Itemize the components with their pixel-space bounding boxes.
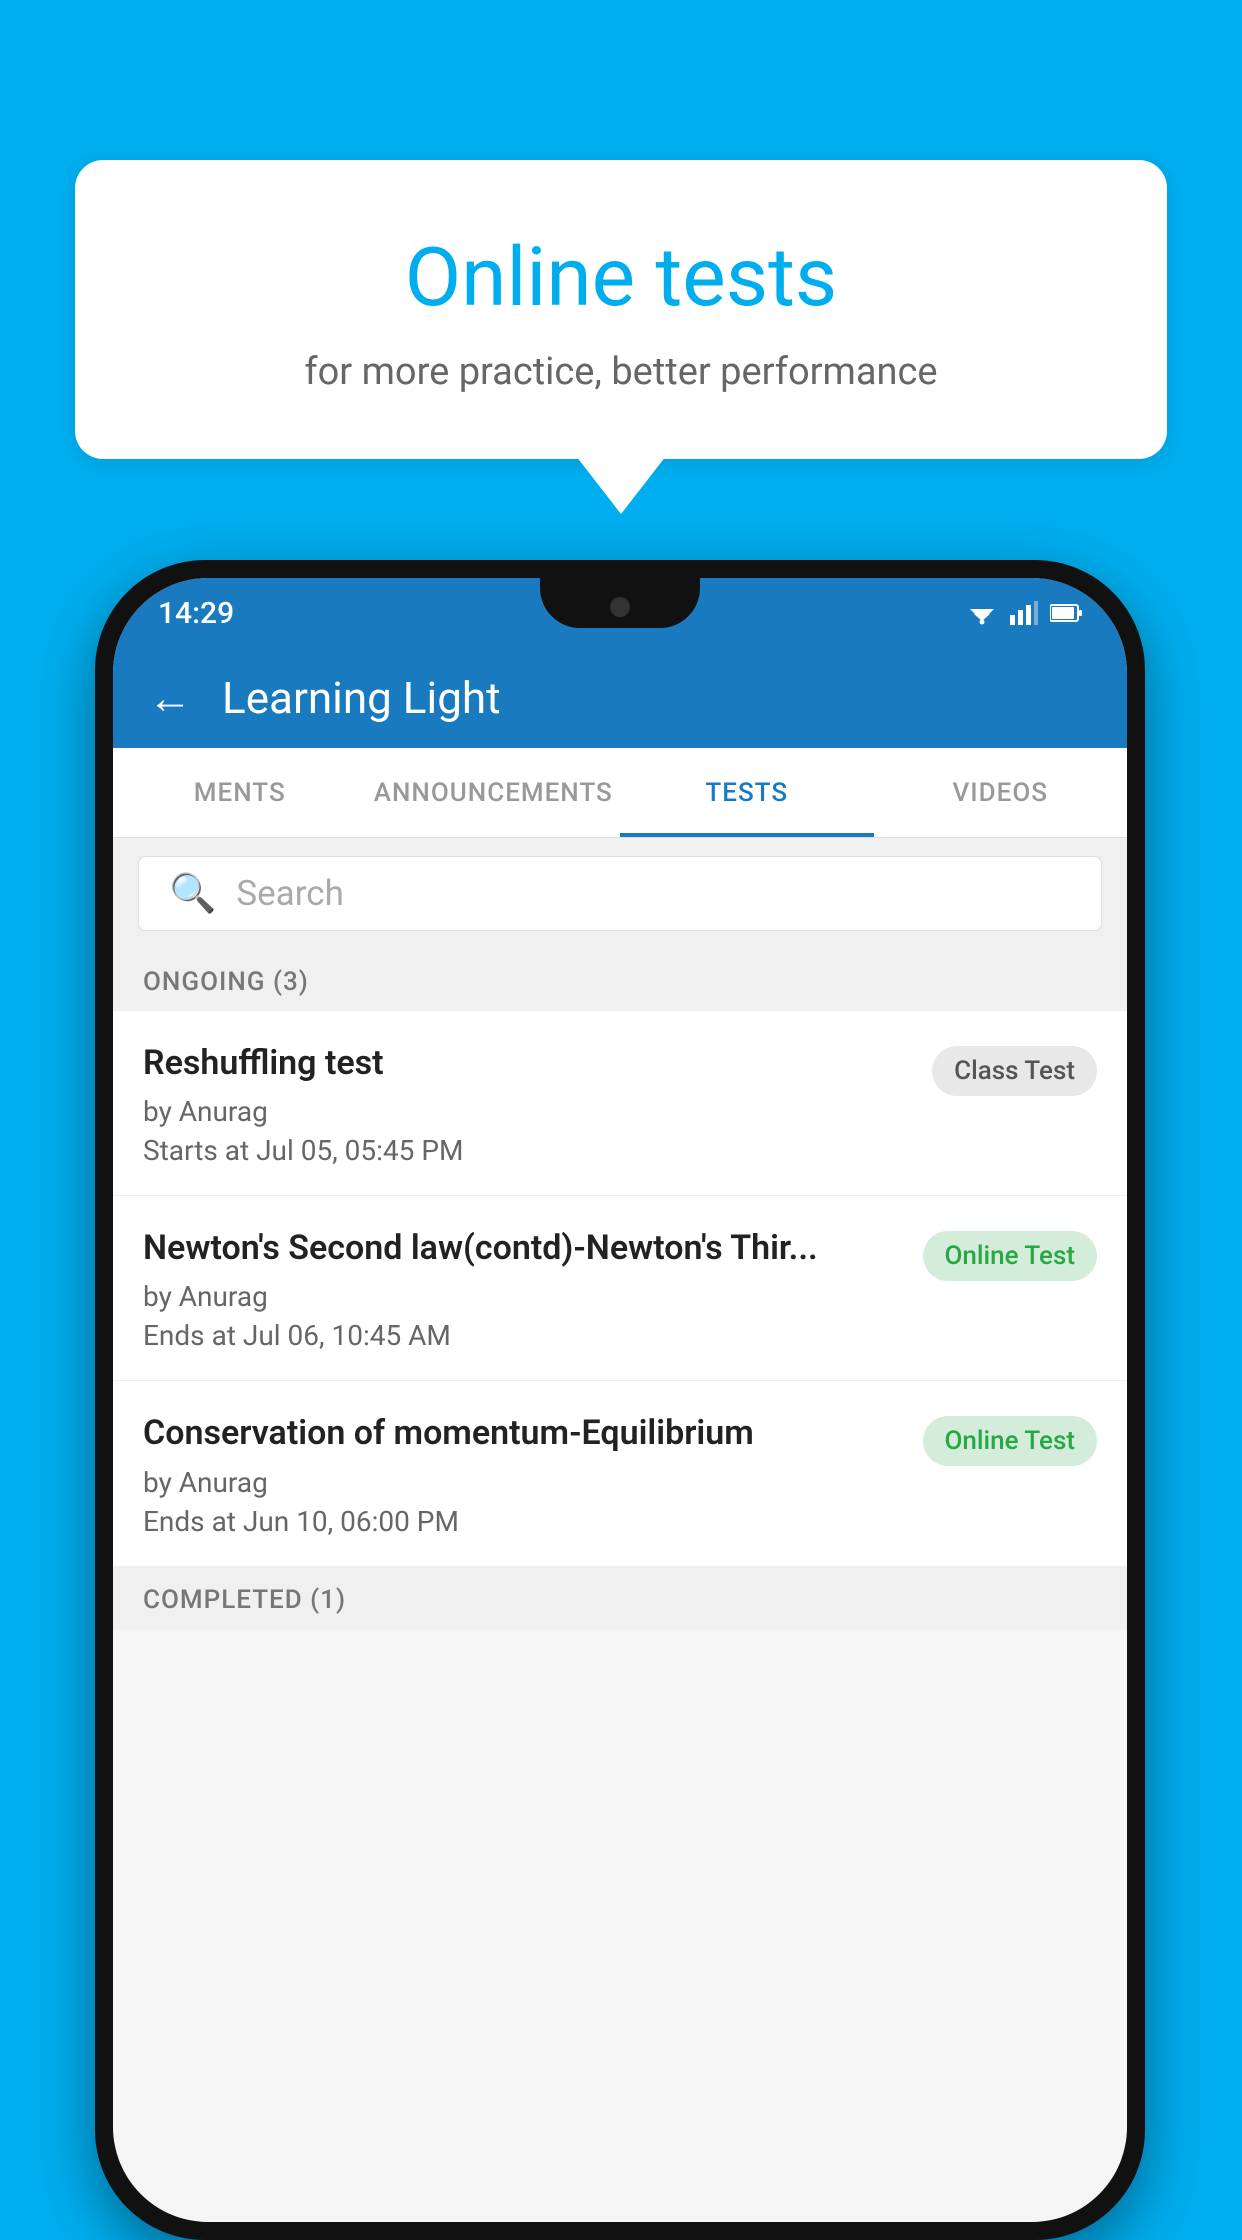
- wifi-icon: [966, 601, 998, 625]
- test-list: Reshuffling test by Anurag Starts at Jul…: [113, 1011, 1127, 1567]
- test-date: Starts at Jul 05, 05:45 PM: [143, 1134, 912, 1167]
- test-date: Ends at Jun 10, 06:00 PM: [143, 1505, 903, 1538]
- test-date: Ends at Jul 06, 10:45 AM: [143, 1319, 903, 1352]
- ongoing-section-label: ONGOING (3): [113, 949, 1127, 1011]
- test-name: Newton's Second law(contd)-Newton's Thir…: [143, 1226, 903, 1270]
- speech-bubble: Online tests for more practice, better p…: [75, 160, 1167, 459]
- completed-section-label: COMPLETED (1): [113, 1567, 1127, 1629]
- test-info: Reshuffling test by Anurag Starts at Jul…: [143, 1041, 932, 1167]
- signal-icon: [1010, 601, 1038, 625]
- back-button[interactable]: ←: [148, 672, 192, 724]
- app-title: Learning Light: [222, 672, 501, 724]
- app-bar: ← Learning Light: [113, 648, 1127, 748]
- test-badge-online: Online Test: [923, 1231, 1098, 1281]
- test-item[interactable]: Reshuffling test by Anurag Starts at Jul…: [113, 1011, 1127, 1196]
- test-item[interactable]: Newton's Second law(contd)-Newton's Thir…: [113, 1196, 1127, 1381]
- camera: [610, 597, 630, 617]
- test-name: Reshuffling test: [143, 1041, 912, 1085]
- search-container: 🔍 Search: [113, 838, 1127, 949]
- tab-announcements[interactable]: ANNOUNCEMENTS: [367, 748, 621, 837]
- search-icon: 🔍: [169, 872, 216, 916]
- test-info: Conservation of momentum-Equilibrium by …: [143, 1411, 923, 1537]
- test-badge-online: Online Test: [923, 1416, 1098, 1466]
- status-bar: 14:29: [113, 578, 1127, 648]
- test-badge-class: Class Test: [932, 1046, 1097, 1096]
- test-name: Conservation of momentum-Equilibrium: [143, 1411, 903, 1455]
- tab-ments[interactable]: MENTS: [113, 748, 367, 837]
- phone-screen: 14:29: [113, 578, 1127, 2222]
- test-info: Newton's Second law(contd)-Newton's Thir…: [143, 1226, 923, 1352]
- search-placeholder: Search: [236, 873, 344, 914]
- test-by: by Anurag: [143, 1280, 903, 1313]
- status-time: 14:29: [158, 596, 234, 631]
- tab-videos[interactable]: VIDEOS: [874, 748, 1128, 837]
- bubble-title: Online tests: [135, 230, 1107, 326]
- test-item[interactable]: Conservation of momentum-Equilibrium by …: [113, 1381, 1127, 1566]
- search-bar[interactable]: 🔍 Search: [138, 856, 1102, 931]
- phone-frame: 14:29: [95, 560, 1145, 2240]
- tabs-bar: MENTS ANNOUNCEMENTS TESTS VIDEOS: [113, 748, 1127, 838]
- notch: [540, 578, 700, 628]
- tab-tests[interactable]: TESTS: [620, 748, 874, 837]
- battery-icon: [1050, 603, 1082, 623]
- test-by: by Anurag: [143, 1095, 912, 1128]
- status-icons: [966, 601, 1082, 625]
- test-by: by Anurag: [143, 1466, 903, 1499]
- speech-bubble-section: Online tests for more practice, better p…: [75, 160, 1167, 459]
- bubble-subtitle: for more practice, better performance: [135, 350, 1107, 394]
